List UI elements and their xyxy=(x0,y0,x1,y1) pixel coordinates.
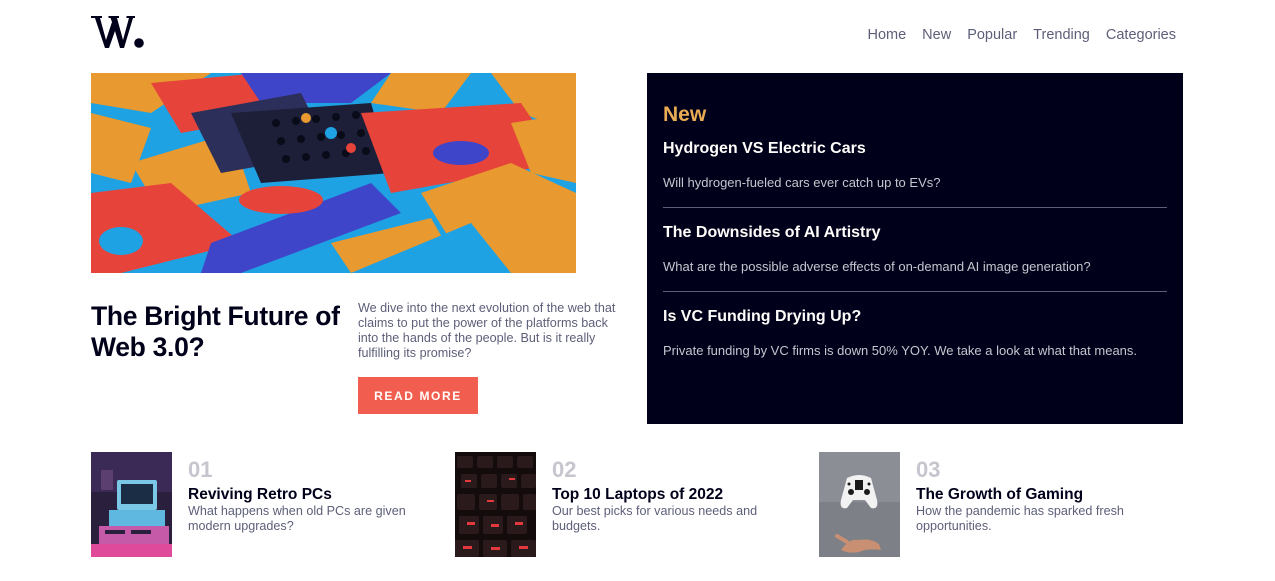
hero-title: The Bright Future of Web 3.0? xyxy=(91,301,340,362)
new-item-description: Will hydrogen-fueled cars ever catch up … xyxy=(663,175,941,190)
article-card: 02 Top 10 Laptops of 2022 Our best picks… xyxy=(455,452,785,557)
card-description: What happens when old PCs are given mode… xyxy=(188,504,406,533)
card-title[interactable]: The Growth of Gaming xyxy=(916,486,1083,504)
site-logo[interactable] xyxy=(91,14,145,50)
retro-pcs-thumbnail[interactable] xyxy=(91,452,172,557)
article-card: 03 The Growth of Gaming How the pandemic… xyxy=(819,452,1149,557)
card-description: How the pandemic has sparked fresh oppor… xyxy=(916,504,1124,533)
card-description: Our best picks for various needs and bud… xyxy=(552,504,758,533)
main-nav: Home New Popular Trending Categories xyxy=(867,27,1176,43)
new-item-title[interactable]: Hydrogen VS Electric Cars xyxy=(663,140,1167,158)
new-item: The Downsides of AI Artistry What are th… xyxy=(663,224,1167,292)
new-articles-panel: New Hydrogen VS Electric Cars Will hydro… xyxy=(647,73,1183,424)
nav-trending[interactable]: Trending xyxy=(1033,27,1090,43)
card-number: 03 xyxy=(916,457,941,482)
gaming-thumbnail[interactable] xyxy=(819,452,900,557)
card-number: 01 xyxy=(188,457,213,482)
article-card: 01 Reviving Retro PCs What happens when … xyxy=(91,452,421,557)
laptops-thumbnail[interactable] xyxy=(455,452,536,557)
card-title[interactable]: Top 10 Laptops of 2022 xyxy=(552,486,723,504)
read-more-button[interactable]: READ MORE xyxy=(358,377,478,414)
nav-categories[interactable]: Categories xyxy=(1106,27,1176,43)
nav-home[interactable]: Home xyxy=(867,27,906,43)
hero-description: We dive into the next evolution of the w… xyxy=(358,301,616,360)
new-item: Is VC Funding Drying Up? Private funding… xyxy=(663,308,1167,375)
new-item-description: Private funding by VC firms is down 50% … xyxy=(663,343,1138,358)
nav-new[interactable]: New xyxy=(922,27,951,43)
nav-popular[interactable]: Popular xyxy=(967,27,1017,43)
new-heading: New xyxy=(663,103,707,126)
hero-image xyxy=(91,73,576,273)
card-number: 02 xyxy=(552,457,577,482)
new-item-title[interactable]: The Downsides of AI Artistry xyxy=(663,224,1167,242)
new-item-description: What are the possible adverse effects of… xyxy=(663,259,1091,274)
new-item: Hydrogen VS Electric Cars Will hydrogen-… xyxy=(663,140,1167,208)
card-title[interactable]: Reviving Retro PCs xyxy=(188,486,332,504)
new-item-title[interactable]: Is VC Funding Drying Up? xyxy=(663,308,1167,326)
